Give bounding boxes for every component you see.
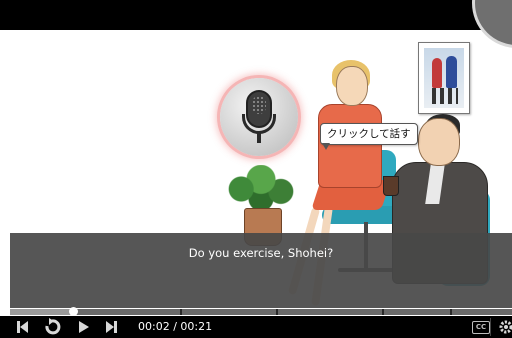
play-button[interactable] — [74, 316, 94, 338]
subtitle-text: Do you exercise, Shohei? — [188, 246, 334, 260]
man-head — [418, 118, 460, 166]
closed-captions-button[interactable]: CC — [472, 321, 490, 334]
wall-poster — [418, 42, 470, 114]
skip-forward-icon — [106, 321, 117, 333]
poster-figure — [446, 56, 457, 88]
closed-captions-icon: CC — [475, 323, 487, 331]
woman-head — [336, 66, 368, 106]
previous-button[interactable] — [14, 316, 34, 338]
progress-segment-marker — [276, 309, 278, 315]
microphone-icon-base — [257, 133, 261, 143]
progress-segment-marker — [382, 309, 384, 315]
time-display: 00:02 / 00:21 — [138, 320, 213, 333]
video-player: クリックして話す Do you exercise, Shohei? 00:02 … — [0, 0, 512, 338]
poster-figure-legs — [432, 88, 458, 104]
click-to-speak-tooltip: クリックして話す — [320, 123, 418, 145]
microphone-icon-grille — [252, 96, 266, 114]
gear-icon — [499, 320, 512, 334]
plant-leaves — [228, 165, 294, 213]
settings-button[interactable] — [498, 318, 512, 336]
progress-bar[interactable] — [10, 309, 512, 315]
control-divider — [490, 318, 491, 336]
replay-icon — [45, 318, 61, 335]
tooltip-pointer — [322, 143, 330, 150]
replay-button[interactable] — [40, 316, 64, 338]
next-button[interactable] — [100, 316, 120, 338]
progress-scrubber[interactable] — [69, 307, 78, 316]
top-bar — [0, 0, 512, 30]
microphone-button[interactable] — [220, 78, 298, 156]
skip-back-icon — [17, 321, 28, 333]
coffee-cup — [383, 176, 399, 196]
progress-segment-marker — [180, 309, 182, 315]
play-icon — [79, 321, 89, 333]
progress-played — [10, 309, 73, 315]
poster-image — [424, 48, 464, 108]
poster-figure — [432, 58, 442, 88]
progress-segment-marker — [450, 309, 452, 315]
